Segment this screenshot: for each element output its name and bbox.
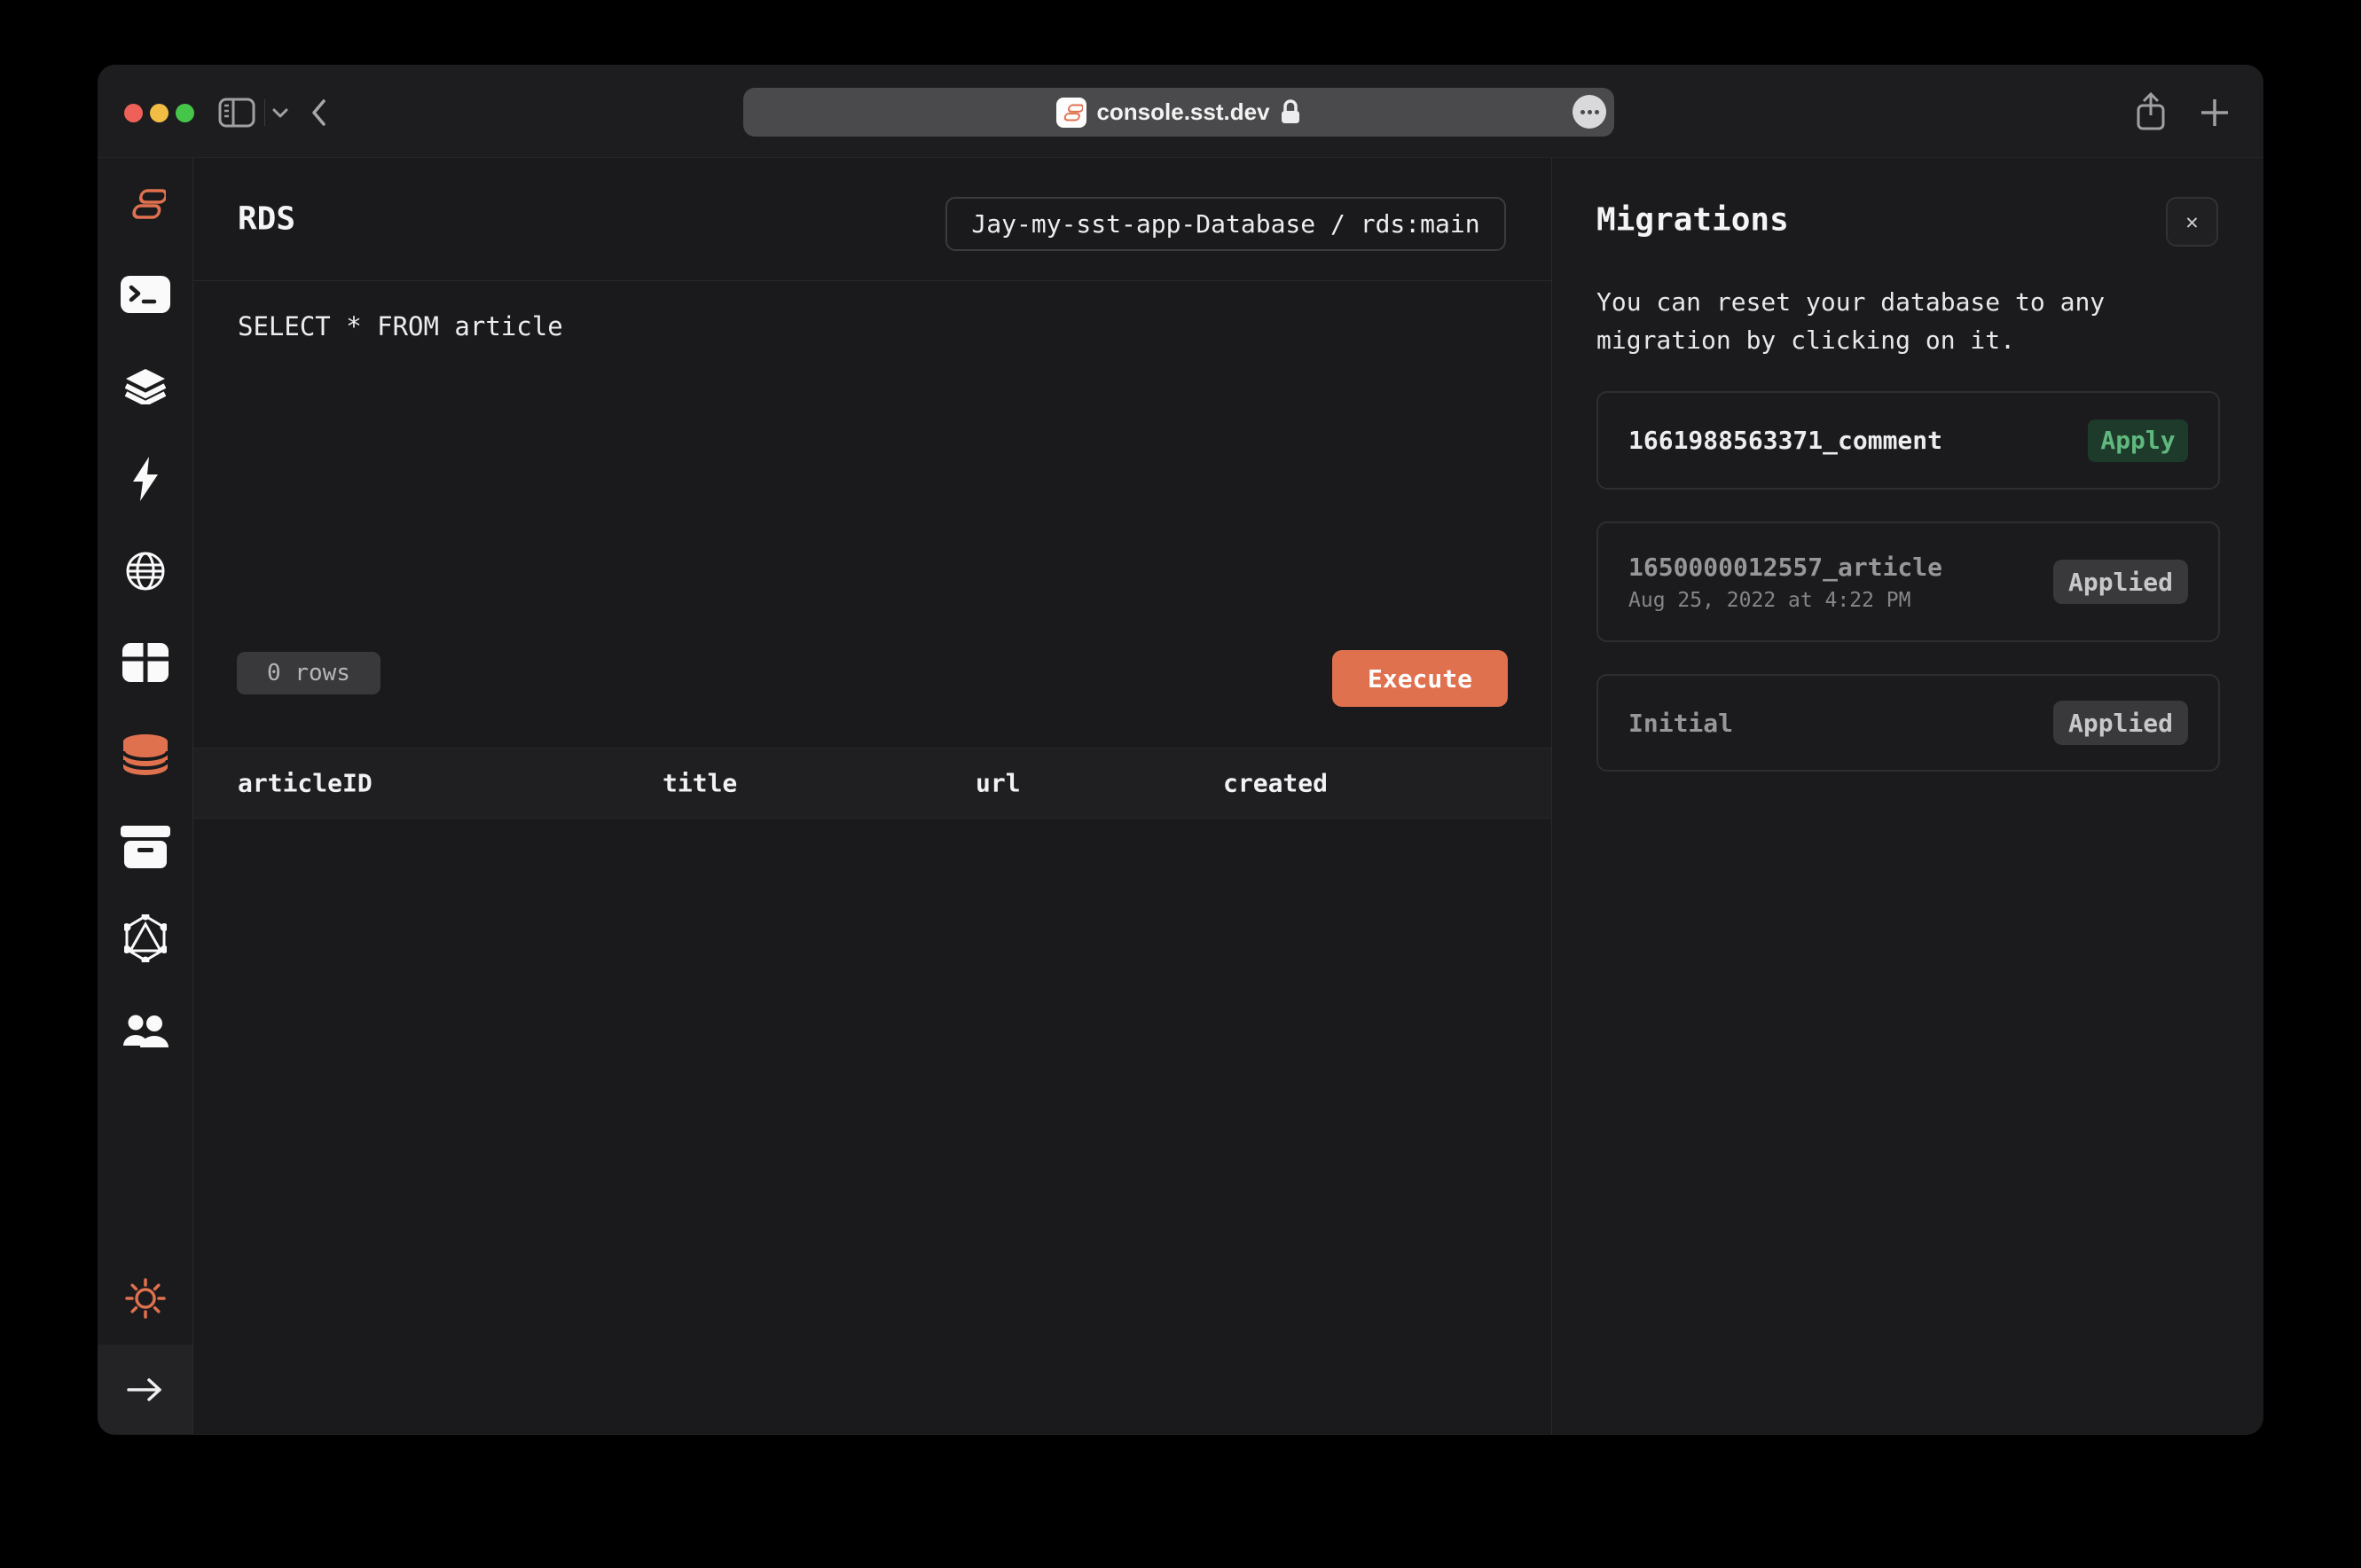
- page-title: RDS: [238, 200, 296, 238]
- close-panel-button[interactable]: ✕: [2166, 197, 2218, 247]
- page-menu-button[interactable]: [1573, 95, 1606, 129]
- migrations-title: Migrations: [1596, 201, 1789, 239]
- graphql-icon: [123, 914, 167, 962]
- toolbar-separator: [264, 99, 265, 126]
- layers-icon: [124, 368, 166, 404]
- migration-date: Aug 25, 2022 at 4:22 PM: [1628, 588, 1911, 612]
- traffic-lights: [124, 104, 194, 122]
- sidebar-item-functions[interactable]: [117, 451, 174, 507]
- query-editor[interactable]: SELECT * FROM article 0 rows Execute: [193, 281, 1551, 748]
- close-window-button[interactable]: [124, 104, 143, 122]
- url-text: console.sst.dev: [1096, 98, 1270, 125]
- lock-icon: [1281, 99, 1299, 123]
- lightning-icon: [132, 457, 158, 501]
- sidebar-item-graphql[interactable]: [117, 910, 174, 967]
- row-count-badge: 0 rows: [237, 652, 380, 694]
- database-icon: [121, 734, 169, 775]
- query-text[interactable]: SELECT * FROM article: [238, 311, 563, 341]
- column-header-url: url: [976, 768, 1021, 798]
- sidebar-item-buckets[interactable]: [117, 819, 174, 875]
- migrations-list: 1661988563371_comment Apply 165000001255…: [1596, 391, 2220, 772]
- site-favicon: [1056, 97, 1087, 128]
- migration-item[interactable]: 1650000012557_article Aug 25, 2022 at 4:…: [1596, 521, 2220, 642]
- terminal-icon: [120, 276, 170, 313]
- column-header-title: title: [663, 768, 738, 798]
- apply-button[interactable]: Apply: [2088, 419, 2188, 462]
- browser-window: console.sst.dev RDS Jay-my-sst-app-Datab…: [98, 65, 2263, 1435]
- users-icon: [122, 1015, 169, 1047]
- sidebar-item-stacks[interactable]: [117, 357, 174, 414]
- database-selector[interactable]: Jay-my-sst-app-Database / rds:main: [945, 197, 1506, 251]
- back-icon[interactable]: [310, 98, 326, 127]
- applied-badge: Applied: [2053, 560, 2188, 604]
- sun-icon: [124, 1278, 166, 1319]
- sidebar-toggle-icon[interactable]: [218, 98, 255, 128]
- migration-item[interactable]: Initial Applied: [1596, 674, 2220, 772]
- migration-name: 1650000012557_article: [1628, 552, 1943, 582]
- execute-button[interactable]: Execute: [1332, 650, 1508, 707]
- browser-toolbar: console.sst.dev: [98, 65, 2263, 158]
- archive-icon: [120, 826, 170, 868]
- app-sidebar: [98, 158, 193, 1434]
- results-header-row: articleID title url created: [193, 748, 1551, 819]
- description-line-2: migration by clicking on it.: [1596, 325, 2016, 355]
- sidebar-item-sst-home[interactable]: [117, 176, 174, 232]
- close-icon: ✕: [2185, 209, 2199, 234]
- column-header-created: created: [1223, 768, 1329, 798]
- sst-logo-icon: [131, 189, 166, 219]
- sidebar-collapse-button[interactable]: [98, 1345, 192, 1434]
- rds-header: RDS Jay-my-sst-app-Database / rds:main: [193, 158, 1551, 281]
- sidebar-item-cognito[interactable]: [117, 1003, 174, 1060]
- migrations-panel: Migrations ✕ You can reset your database…: [1552, 158, 2263, 1434]
- sidebar-item-rds[interactable]: [117, 726, 174, 783]
- minimize-window-button[interactable]: [150, 104, 169, 122]
- address-bar[interactable]: console.sst.dev: [743, 88, 1614, 137]
- theme-toggle-button[interactable]: [117, 1270, 174, 1327]
- migrations-description: You can reset your database to any migra…: [1596, 283, 2105, 359]
- chevron-down-icon[interactable]: [272, 108, 288, 118]
- sidebar-item-dynamodb[interactable]: [117, 634, 174, 691]
- results-body: [193, 819, 1551, 1434]
- migration-name: 1661988563371_comment: [1628, 426, 1943, 455]
- sidebar-item-api[interactable]: [117, 543, 174, 600]
- zoom-window-button[interactable]: [176, 104, 194, 122]
- rds-main: RDS Jay-my-sst-app-Database / rds:main S…: [193, 158, 1552, 1434]
- migration-item[interactable]: 1661988563371_comment Apply: [1596, 391, 2220, 490]
- migration-name: Initial: [1628, 708, 1734, 738]
- description-line-1: You can reset your database to any: [1596, 287, 2106, 317]
- applied-badge: Applied: [2053, 701, 2188, 745]
- globe-icon: [126, 552, 164, 591]
- column-header-articleid: articleID: [238, 768, 373, 798]
- new-tab-icon[interactable]: [2200, 98, 2230, 128]
- share-icon[interactable]: [2135, 92, 2167, 132]
- app-body: RDS Jay-my-sst-app-Database / rds:main S…: [98, 158, 2263, 1434]
- sidebar-item-local[interactable]: [117, 266, 174, 323]
- arrow-right-icon: [126, 1377, 161, 1401]
- table-icon: [122, 643, 169, 682]
